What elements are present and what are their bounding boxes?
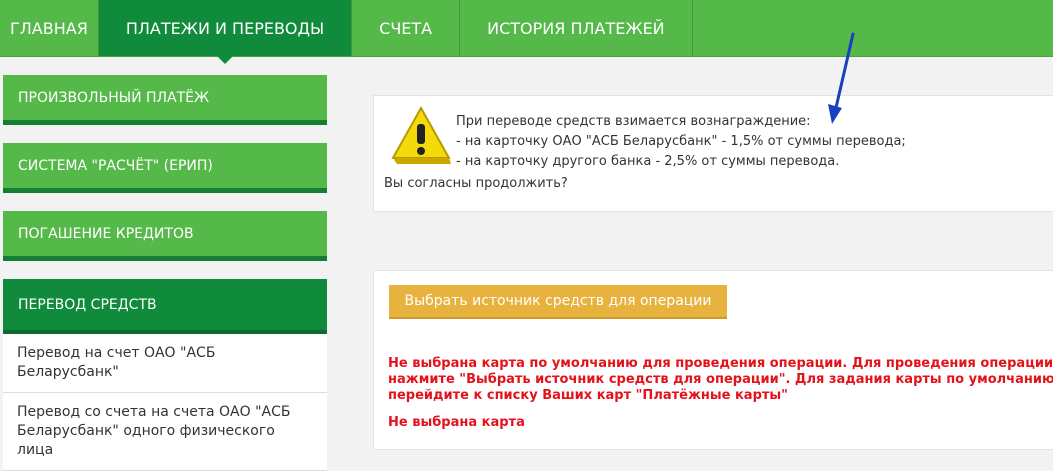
fee-notice-line: - на карточку ОАО "АСБ Беларусбанк" - 1,… bbox=[456, 134, 906, 149]
sidebar-item-loan-repayment[interactable]: ПОГАШЕНИЕ КРЕДИТОВ bbox=[3, 211, 327, 261]
tab-main[interactable]: ГЛАВНАЯ bbox=[0, 0, 99, 56]
arrow-icon bbox=[828, 32, 855, 124]
error-line: Не выбрана карта по умолчанию для провед… bbox=[388, 356, 1053, 371]
fee-notice: При переводе средств взимается вознаграж… bbox=[373, 95, 1053, 212]
tab-accounts[interactable]: СЧЕТА bbox=[352, 0, 461, 56]
sidebar-item-erip[interactable]: СИСТЕМА "РАСЧЁТ" (ЕРИП) bbox=[3, 143, 327, 193]
top-navigation: ГЛАВНАЯ ПЛАТЕЖИ И ПЕРЕВОДЫ СЧЕТА ИСТОРИЯ… bbox=[0, 0, 1053, 64]
operation-panel: Выбрать источник средств для операции Не… bbox=[373, 270, 1053, 450]
select-funds-source-button[interactable]: Выбрать источник средств для операции bbox=[389, 285, 727, 319]
sidebar-item-arbitrary-payment[interactable]: ПРОИЗВОЛЬНЫЙ ПЛАТЁЖ bbox=[3, 75, 327, 125]
sidebar-subitem-transfer-to-account[interactable]: Перевод на счет ОАО "АСБ Беларусбанк" bbox=[3, 334, 327, 393]
sidebar-item-transfer[interactable]: ПЕРЕВОД СРЕДСТВ bbox=[3, 279, 327, 334]
confirm-question: Вы согласны продолжить? bbox=[384, 176, 568, 191]
tab-payments-transfers[interactable]: ПЛАТЕЖИ И ПЕРЕВОДЫ bbox=[98, 0, 353, 64]
sidebar-sub-list: Перевод на счет ОАО "АСБ Беларусбанк" Пе… bbox=[3, 334, 327, 471]
tab-payment-history[interactable]: ИСТОРИЯ ПЛАТЕЖЕЙ bbox=[460, 0, 693, 56]
error-line: нажмите "Выбрать источник средств для оп… bbox=[388, 372, 1053, 387]
sidebar-subitem-transfer-between-accounts[interactable]: Перевод со счета на счета ОАО "АСБ Белар… bbox=[3, 393, 327, 471]
no-card-error: Не выбрана карта bbox=[388, 415, 525, 430]
fee-notice-line: - на карточку другого банка - 2,5% от су… bbox=[456, 154, 840, 169]
error-message: Не выбрана карта по умолчанию для провед… bbox=[388, 356, 1053, 404]
error-line: перейдите к списку Ваших карт "Платёжные… bbox=[388, 388, 788, 403]
sidebar: ПРОИЗВОЛЬНЫЙ ПЛАТЁЖ СИСТЕМА "РАСЧЁТ" (ЕР… bbox=[3, 75, 327, 471]
warning-icon bbox=[391, 105, 451, 164]
